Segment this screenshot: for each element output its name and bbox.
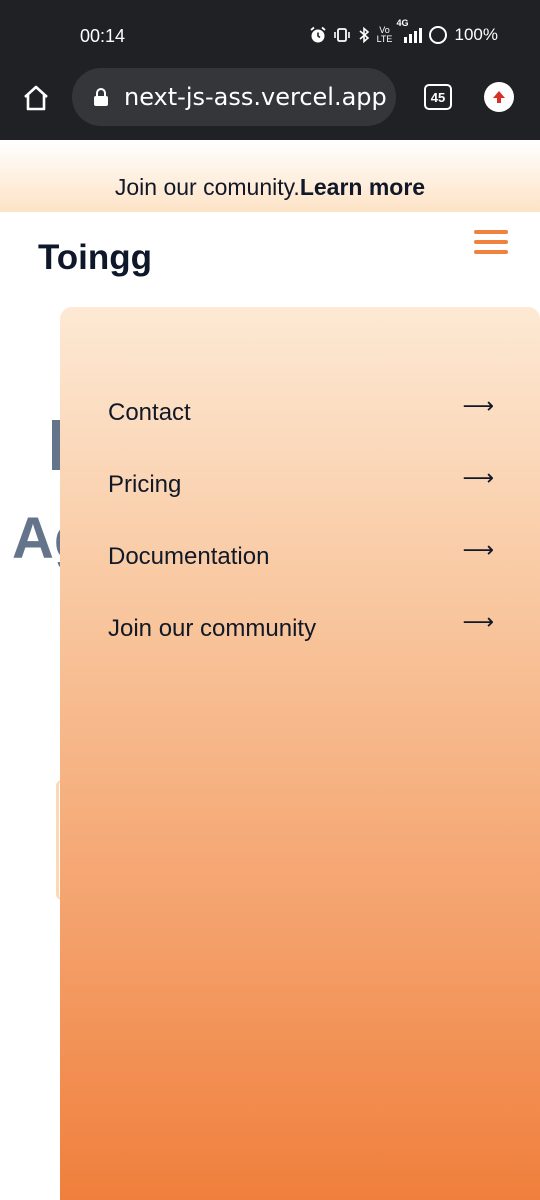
url-text[interactable]: next-js-ass.vercel.app [124, 83, 387, 111]
status-bar: 00:14 Vo LTE 4G 100% [0, 0, 540, 68]
bluetooth-icon [357, 24, 371, 46]
arrow-right-icon: ⟶ [462, 609, 494, 634]
signal-4g-icon: 4G [397, 18, 423, 46]
network-type: 4G [396, 18, 409, 28]
alarm-icon [309, 24, 327, 46]
site-logo[interactable]: Toingg [38, 238, 152, 278]
tabs-button[interactable]: 45 [424, 84, 452, 110]
banner-text: Join our comunity. [114, 173, 300, 200]
mobile-nav-panel: Contact ⟶ Pricing ⟶ Documentation ⟶ Join… [60, 307, 540, 1200]
vibrate-icon [333, 24, 351, 46]
nav-item-label: Pricing [108, 471, 182, 498]
nav-item-documentation[interactable]: Documentation ⟶ [108, 537, 494, 577]
hamburger-menu-icon[interactable] [474, 228, 510, 256]
ring-icon [428, 26, 447, 44]
update-icon[interactable] [484, 82, 514, 112]
lock-icon [92, 87, 110, 107]
announcement-banner: Join our comunity. Learn more [0, 140, 540, 212]
arrow-right-icon: ⟶ [462, 537, 494, 562]
status-time: 00:14 [80, 26, 126, 46]
volte-icon: Vo LTE [376, 25, 393, 44]
arrow-right-icon: ⟶ [462, 393, 494, 418]
nav-item-community[interactable]: Join our community ⟶ [108, 609, 494, 649]
url-bar[interactable]: next-js-ass.vercel.app [72, 68, 396, 126]
nav-item-label: Documentation [108, 543, 270, 570]
nav-item-label: Join our community [108, 615, 317, 642]
learn-more-link[interactable]: Learn more [300, 174, 425, 201]
home-icon[interactable] [20, 82, 52, 114]
status-icons: Vo LTE 4G 100% [309, 18, 498, 46]
nav-item-contact[interactable]: Contact ⟶ [108, 393, 494, 433]
arrow-right-icon: ⟶ [462, 465, 494, 490]
browser-toolbar: next-js-ass.vercel.app 45 [0, 68, 540, 140]
nav-item-label: Contact [108, 399, 191, 426]
battery-level: 100% [454, 25, 498, 44]
nav-item-pricing[interactable]: Pricing ⟶ [108, 465, 494, 505]
